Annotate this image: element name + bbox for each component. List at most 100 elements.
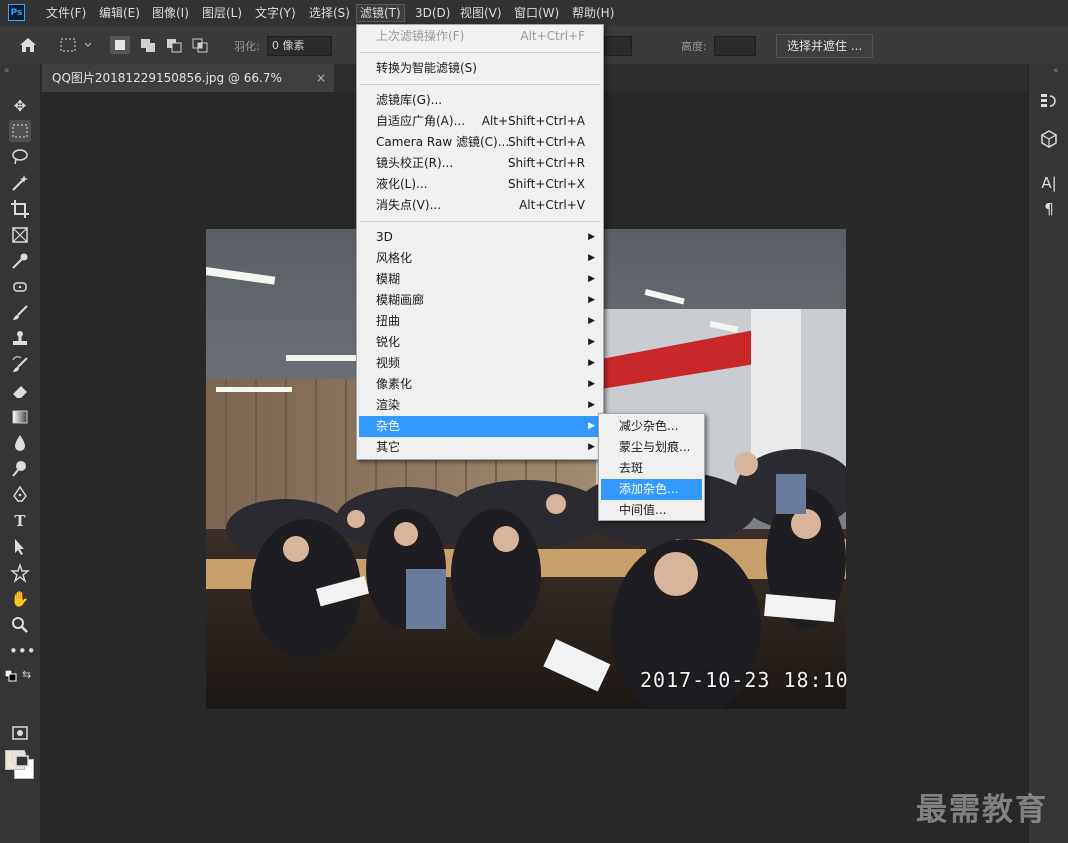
menu-item-stylize[interactable]: 风格化 ▶: [359, 248, 601, 269]
menu-item-vanishing-point[interactable]: 消失点(V)... Alt+Ctrl+V: [359, 195, 601, 216]
brush-icon[interactable]: [9, 302, 31, 324]
swap-colors-icon[interactable]: ⇆: [22, 668, 31, 681]
feather-label: 羽化:: [234, 40, 260, 53]
menu-item-sharpen[interactable]: 锐化 ▶: [359, 332, 601, 353]
history-brush-icon[interactable]: [9, 354, 31, 376]
character-panel-icon[interactable]: A|: [1038, 172, 1060, 194]
menu-file[interactable]: 文件(F): [43, 5, 89, 21]
submenu-arrow-icon: ▶: [588, 337, 595, 347]
photo-timestamp: 2017-10-23 18:10: [640, 668, 849, 692]
submenu-item-reduce-noise[interactable]: 减少杂色...: [601, 416, 702, 437]
3d-panel-icon[interactable]: [1038, 128, 1060, 150]
submenu-arrow-icon: ▶: [588, 316, 595, 326]
menu-item-adaptive-wide-angle[interactable]: 自适应广角(A)... Alt+Shift+Ctrl+A: [359, 111, 601, 132]
type-icon[interactable]: T: [9, 510, 31, 532]
eyedropper-icon[interactable]: [9, 250, 31, 272]
pen-icon[interactable]: [9, 484, 31, 506]
noise-submenu: 减少杂色... 蒙尘与划痕... 去斑 添加杂色... 中间值...: [598, 413, 705, 521]
close-icon[interactable]: ×: [316, 64, 326, 92]
healing-brush-icon[interactable]: [9, 276, 31, 298]
more-icon[interactable]: •••: [9, 640, 36, 662]
menu-item-noise[interactable]: 杂色 ▶: [359, 416, 601, 437]
height-label: 高度:: [681, 40, 707, 53]
menu-item-convert-smart-filter[interactable]: 转换为智能滤镜(S): [359, 58, 601, 79]
menu-view[interactable]: 视图(V): [457, 5, 505, 21]
menu-item-3d[interactable]: 3D ▶: [359, 227, 601, 248]
submenu-arrow-icon: ▶: [588, 358, 595, 368]
clone-stamp-icon[interactable]: [9, 328, 31, 350]
menu-item-blur[interactable]: 模糊 ▶: [359, 269, 601, 290]
menu-item-distort[interactable]: 扭曲 ▶: [359, 311, 601, 332]
menu-item-lens-correction[interactable]: 镜头校正(R)... Shift+Ctrl+R: [359, 153, 601, 174]
menu-item-pixelate[interactable]: 像素化 ▶: [359, 374, 601, 395]
history-panel-icon[interactable]: [1038, 90, 1060, 112]
collapse-icon[interactable]: »: [4, 66, 10, 76]
crop-icon[interactable]: [9, 198, 31, 220]
submenu-item-dust-scratches[interactable]: 蒙尘与划痕...: [601, 437, 702, 458]
frame-icon[interactable]: [9, 224, 31, 246]
menu-image[interactable]: 图像(I): [149, 5, 192, 21]
menu-separator: [360, 52, 600, 53]
screen-mode-icon[interactable]: [9, 748, 31, 770]
intersect-selection-icon[interactable]: [190, 36, 210, 54]
paragraph-panel-icon[interactable]: ¶: [1038, 198, 1060, 220]
menu-item-filter-gallery[interactable]: 滤镜库(G)...: [359, 90, 601, 111]
home-icon[interactable]: [18, 36, 38, 54]
submenu-item-despeckle[interactable]: 去斑: [601, 458, 702, 479]
submenu-arrow-icon: ▶: [588, 253, 595, 263]
subtract-selection-icon[interactable]: [164, 36, 184, 54]
menu-item-video[interactable]: 视频 ▶: [359, 353, 601, 374]
submenu-arrow-icon: ▶: [588, 232, 595, 242]
submenu-arrow-icon: ▶: [588, 442, 595, 452]
menu-select[interactable]: 选择(S): [306, 5, 353, 21]
menu-bar: Ps 文件(F) 编辑(E) 图像(I) 图层(L) 文字(Y) 选择(S) 滤…: [0, 0, 1068, 26]
move-icon[interactable]: ✥: [9, 95, 31, 117]
submenu-arrow-icon: ▶: [588, 295, 595, 305]
blur-icon[interactable]: [9, 432, 31, 454]
zoom-icon[interactable]: [9, 614, 31, 636]
expand-panels-icon[interactable]: «: [1053, 66, 1059, 76]
submenu-arrow-icon: ▶: [588, 379, 595, 389]
hand-icon[interactable]: ✋: [9, 588, 31, 610]
watermark: 最需教育: [916, 792, 1048, 828]
menu-item-liquify[interactable]: 液化(L)... Shift+Ctrl+X: [359, 174, 601, 195]
height-input[interactable]: [714, 36, 756, 56]
photoshop-logo: Ps: [8, 4, 25, 21]
menu-window[interactable]: 窗口(W): [511, 5, 562, 21]
new-selection-icon[interactable]: [110, 36, 130, 54]
menu-item-camera-raw[interactable]: Camera Raw 滤镜(C)... Shift+Ctrl+A: [359, 132, 601, 153]
shape-icon[interactable]: [9, 562, 31, 584]
menu-separator: [360, 84, 600, 85]
menu-item-render[interactable]: 渲染 ▶: [359, 395, 601, 416]
menu-type[interactable]: 文字(Y): [252, 5, 299, 21]
add-selection-icon[interactable]: [138, 36, 158, 54]
dodge-icon[interactable]: [9, 458, 31, 480]
menu-3d[interactable]: 3D(D): [412, 5, 453, 21]
submenu-item-median[interactable]: 中间值...: [601, 500, 702, 521]
menu-edit[interactable]: 编辑(E): [96, 5, 143, 21]
menu-item-blur-gallery[interactable]: 模糊画廊 ▶: [359, 290, 601, 311]
gradient-icon[interactable]: [9, 406, 31, 428]
menu-item-other[interactable]: 其它 ▶: [359, 437, 601, 458]
feather-input[interactable]: 0 像素: [267, 36, 332, 56]
right-panel-dock: « A| ¶: [1028, 64, 1068, 843]
quick-mask-icon[interactable]: [9, 722, 31, 744]
menu-separator: [360, 221, 600, 222]
menu-help[interactable]: 帮助(H): [569, 5, 617, 21]
document-tab[interactable]: QQ图片20181229150856.jpg @ 66.7%(RGB/8#) ×: [42, 64, 334, 113]
submenu-arrow-icon: ▶: [588, 274, 595, 284]
default-colors-icon[interactable]: [4, 669, 17, 682]
lasso-icon[interactable]: [9, 146, 31, 168]
eraser-icon[interactable]: [9, 380, 31, 402]
magic-wand-icon[interactable]: [9, 172, 31, 194]
select-and-mask-button[interactable]: 选择并遮住 ...: [776, 34, 874, 58]
menu-filter[interactable]: 滤镜(T): [356, 4, 405, 22]
path-select-icon[interactable]: [9, 536, 31, 558]
width-input[interactable]: [604, 36, 632, 56]
submenu-item-add-noise[interactable]: 添加杂色...: [601, 479, 702, 500]
marquee-preset-icon[interactable]: [58, 36, 96, 54]
menu-layer[interactable]: 图层(L): [199, 5, 245, 21]
submenu-arrow-icon: ▶: [588, 400, 595, 410]
filter-menu: 上次滤镜操作(F) Alt+Ctrl+F 转换为智能滤镜(S) 滤镜库(G)..…: [356, 24, 604, 460]
marquee-icon[interactable]: [9, 120, 31, 142]
